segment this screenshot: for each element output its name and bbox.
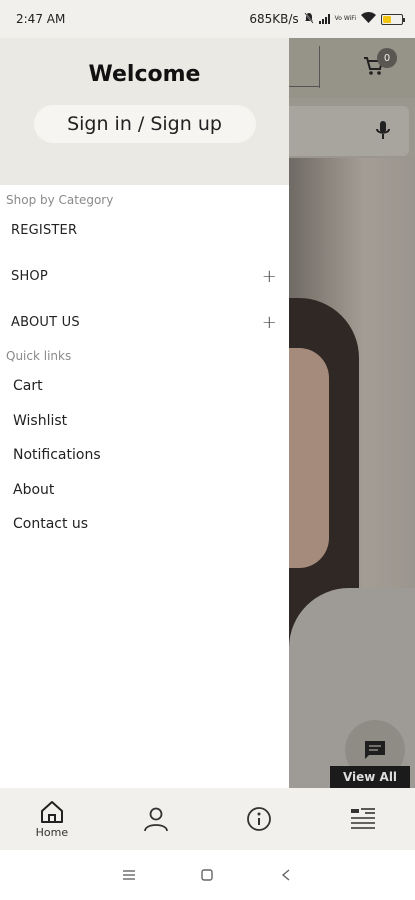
menu-list-icon — [351, 808, 376, 829]
signal-icon — [318, 14, 330, 24]
background-page[interactable]: 0 View All — [289, 38, 415, 788]
nav-home-label: Home — [35, 826, 69, 839]
category-label: SHOP — [11, 268, 48, 284]
navigation-drawer: Welcome Sign in / Sign up Shop by Catego… — [0, 38, 289, 788]
expand-plus-icon[interactable]: + — [262, 266, 277, 287]
network-speed: 685KB/s — [249, 12, 299, 26]
quick-link-notifications[interactable]: Notifications — [0, 438, 289, 473]
mic-icon[interactable] — [373, 119, 393, 143]
quick-link-wishlist[interactable]: Wishlist — [0, 404, 289, 439]
chat-icon — [365, 741, 385, 759]
drawer-header: Welcome Sign in / Sign up — [0, 38, 289, 185]
cart-count-badge: 0 — [377, 48, 397, 68]
hero-face-shape — [289, 348, 329, 568]
back-icon — [281, 869, 290, 881]
wifi-icon — [361, 12, 376, 26]
category-label: REGISTER — [11, 222, 78, 238]
nav-home[interactable]: Home — [0, 788, 104, 850]
vowifi-icon: Vo WiFi — [334, 15, 356, 22]
status-time: 2:47 AM — [16, 12, 66, 26]
system-navigation — [0, 850, 415, 900]
category-item-register[interactable]: REGISTER — [0, 207, 289, 253]
shop-by-category-heading: Shop by Category — [6, 193, 114, 207]
home-square-icon — [201, 869, 214, 881]
view-all-button[interactable]: View All — [330, 766, 410, 788]
nav-info[interactable] — [208, 788, 312, 850]
category-item-about-us[interactable]: ABOUT US + — [0, 299, 289, 345]
info-icon — [247, 807, 272, 831]
quick-link-about[interactable]: About — [0, 473, 289, 508]
battery-fill — [383, 15, 392, 23]
search-bar[interactable] — [289, 106, 409, 156]
background-header: 0 — [289, 38, 415, 98]
nav-menu[interactable] — [311, 788, 415, 850]
profile-icon — [143, 807, 168, 832]
system-home-button[interactable] — [197, 865, 217, 885]
signin-button[interactable]: Sign in / Sign up — [33, 105, 256, 143]
nav-profile[interactable] — [104, 788, 208, 850]
expand-plus-icon[interactable]: + — [262, 312, 277, 333]
recents-icon — [123, 870, 136, 880]
category-label: ABOUT US — [11, 314, 80, 330]
header-underline — [289, 86, 319, 87]
bottom-navigation: Home — [0, 788, 415, 850]
quick-link-contact-us[interactable]: Contact us — [0, 507, 289, 542]
welcome-title: Welcome — [88, 62, 201, 87]
quick-link-cart[interactable]: Cart — [0, 369, 289, 404]
home-icon — [40, 801, 63, 823]
hero-image — [289, 158, 415, 788]
quick-links-heading: Quick links — [6, 349, 72, 363]
status-bar: 2:47 AM 685KB/s Vo WiFi — [0, 0, 415, 38]
category-item-shop[interactable]: SHOP + — [0, 253, 289, 299]
status-icons: 685KB/s Vo WiFi — [249, 12, 405, 27]
recents-button[interactable] — [119, 865, 139, 885]
battery-icon — [381, 13, 405, 25]
silent-icon — [304, 12, 314, 27]
header-divider — [319, 46, 320, 88]
back-button[interactable] — [276, 865, 296, 885]
